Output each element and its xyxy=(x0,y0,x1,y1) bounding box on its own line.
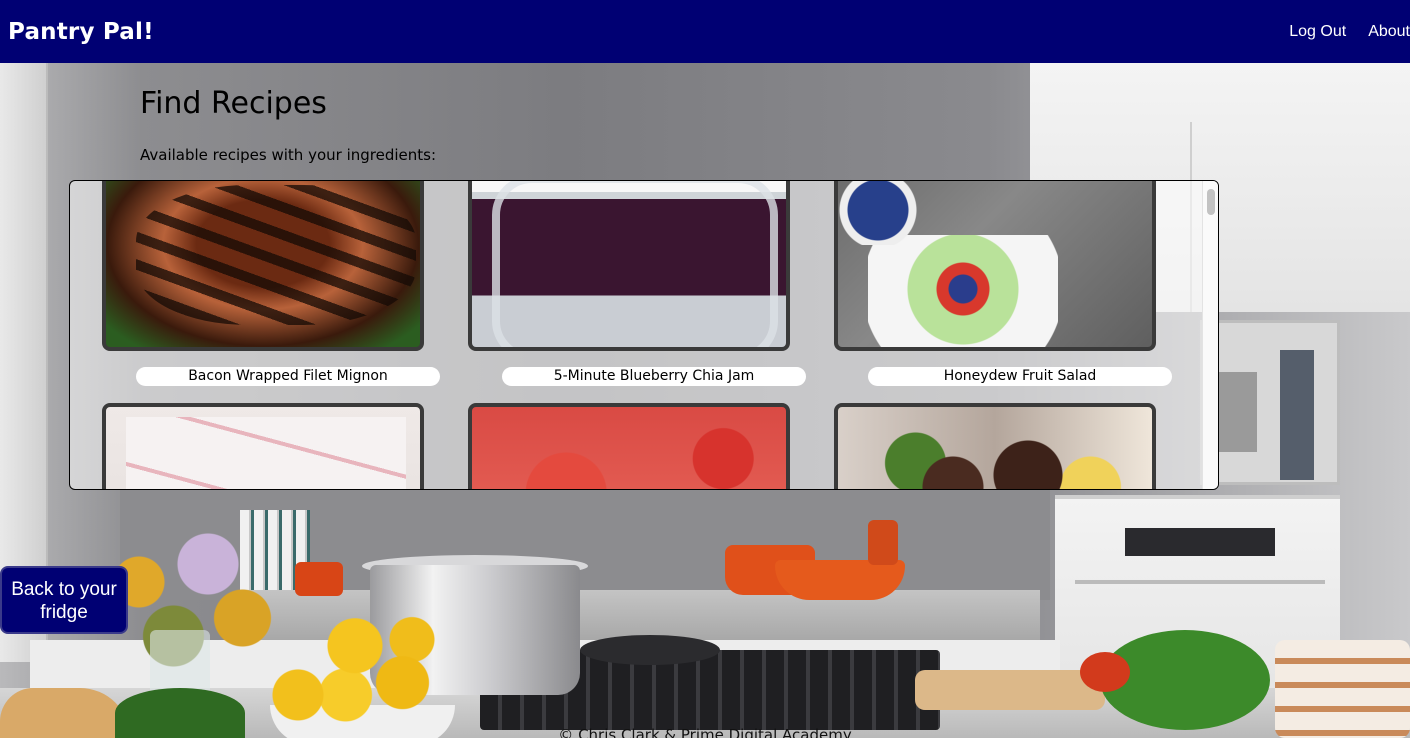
recipe-image[interactable] xyxy=(102,403,424,489)
recipe-image[interactable] xyxy=(468,181,790,351)
oven-control-panel xyxy=(1125,528,1275,556)
recipe-grid: Bacon Wrapped Filet Mignon 5-Minute Blue… xyxy=(102,181,1172,489)
recipe-image[interactable] xyxy=(834,403,1156,489)
recipe-title[interactable]: 5-Minute Blueberry Chia Jam xyxy=(502,367,806,386)
app-brand[interactable]: Pantry Pal! xyxy=(8,19,154,45)
recipe-image[interactable] xyxy=(102,181,424,351)
recipe-card[interactable] xyxy=(102,403,424,489)
recipe-card[interactable]: Honeydew Fruit Salad xyxy=(834,181,1172,403)
lemons xyxy=(260,615,450,738)
tomato xyxy=(1080,652,1130,692)
recipe-card[interactable] xyxy=(834,403,1156,489)
recipes-subheading: Available recipes with your ingredients: xyxy=(140,146,437,164)
orange-braiser xyxy=(775,560,905,600)
recipe-card[interactable]: Bacon Wrapped Filet Mignon xyxy=(102,181,440,403)
back-button-label-line1: Back to your xyxy=(11,579,117,600)
recipe-image[interactable] xyxy=(468,403,790,489)
top-nav: Log Out About xyxy=(1278,0,1410,63)
recipe-card[interactable]: 5-Minute Blueberry Chia Jam xyxy=(468,181,806,403)
recipe-card[interactable] xyxy=(468,403,790,489)
microwave-window xyxy=(1215,372,1257,452)
orange-dutch-oven-small xyxy=(295,562,343,596)
recipe-image[interactable] xyxy=(834,181,1156,351)
scrollbar-thumb[interactable] xyxy=(1207,189,1215,215)
recipe-list-panel[interactable]: Bacon Wrapped Filet Mignon 5-Minute Blue… xyxy=(69,180,1219,490)
vertical-scrollbar[interactable] xyxy=(1202,181,1218,489)
back-button-label-line2: fridge xyxy=(40,602,88,623)
oven-door-handle xyxy=(1075,580,1325,584)
app-header: Pantry Pal! Log Out About xyxy=(0,0,1410,63)
nav-about[interactable]: About xyxy=(1357,0,1410,63)
page-title: Find Recipes xyxy=(140,86,327,121)
canister-jars xyxy=(1275,640,1410,738)
pepper-mills xyxy=(868,520,898,565)
footer-copyright: © Chris Clark & Prime Digital Academy xyxy=(558,726,852,738)
recipe-title[interactable]: Bacon Wrapped Filet Mignon xyxy=(136,367,440,386)
cutting-board xyxy=(915,670,1105,710)
glass-vase xyxy=(150,630,210,695)
nav-log-out[interactable]: Log Out xyxy=(1278,0,1357,63)
frying-pan xyxy=(580,635,720,665)
back-to-fridge-button[interactable]: Back to your fridge xyxy=(0,566,128,634)
recipe-title[interactable]: Honeydew Fruit Salad xyxy=(868,367,1172,386)
microwave-keypad xyxy=(1280,350,1314,480)
